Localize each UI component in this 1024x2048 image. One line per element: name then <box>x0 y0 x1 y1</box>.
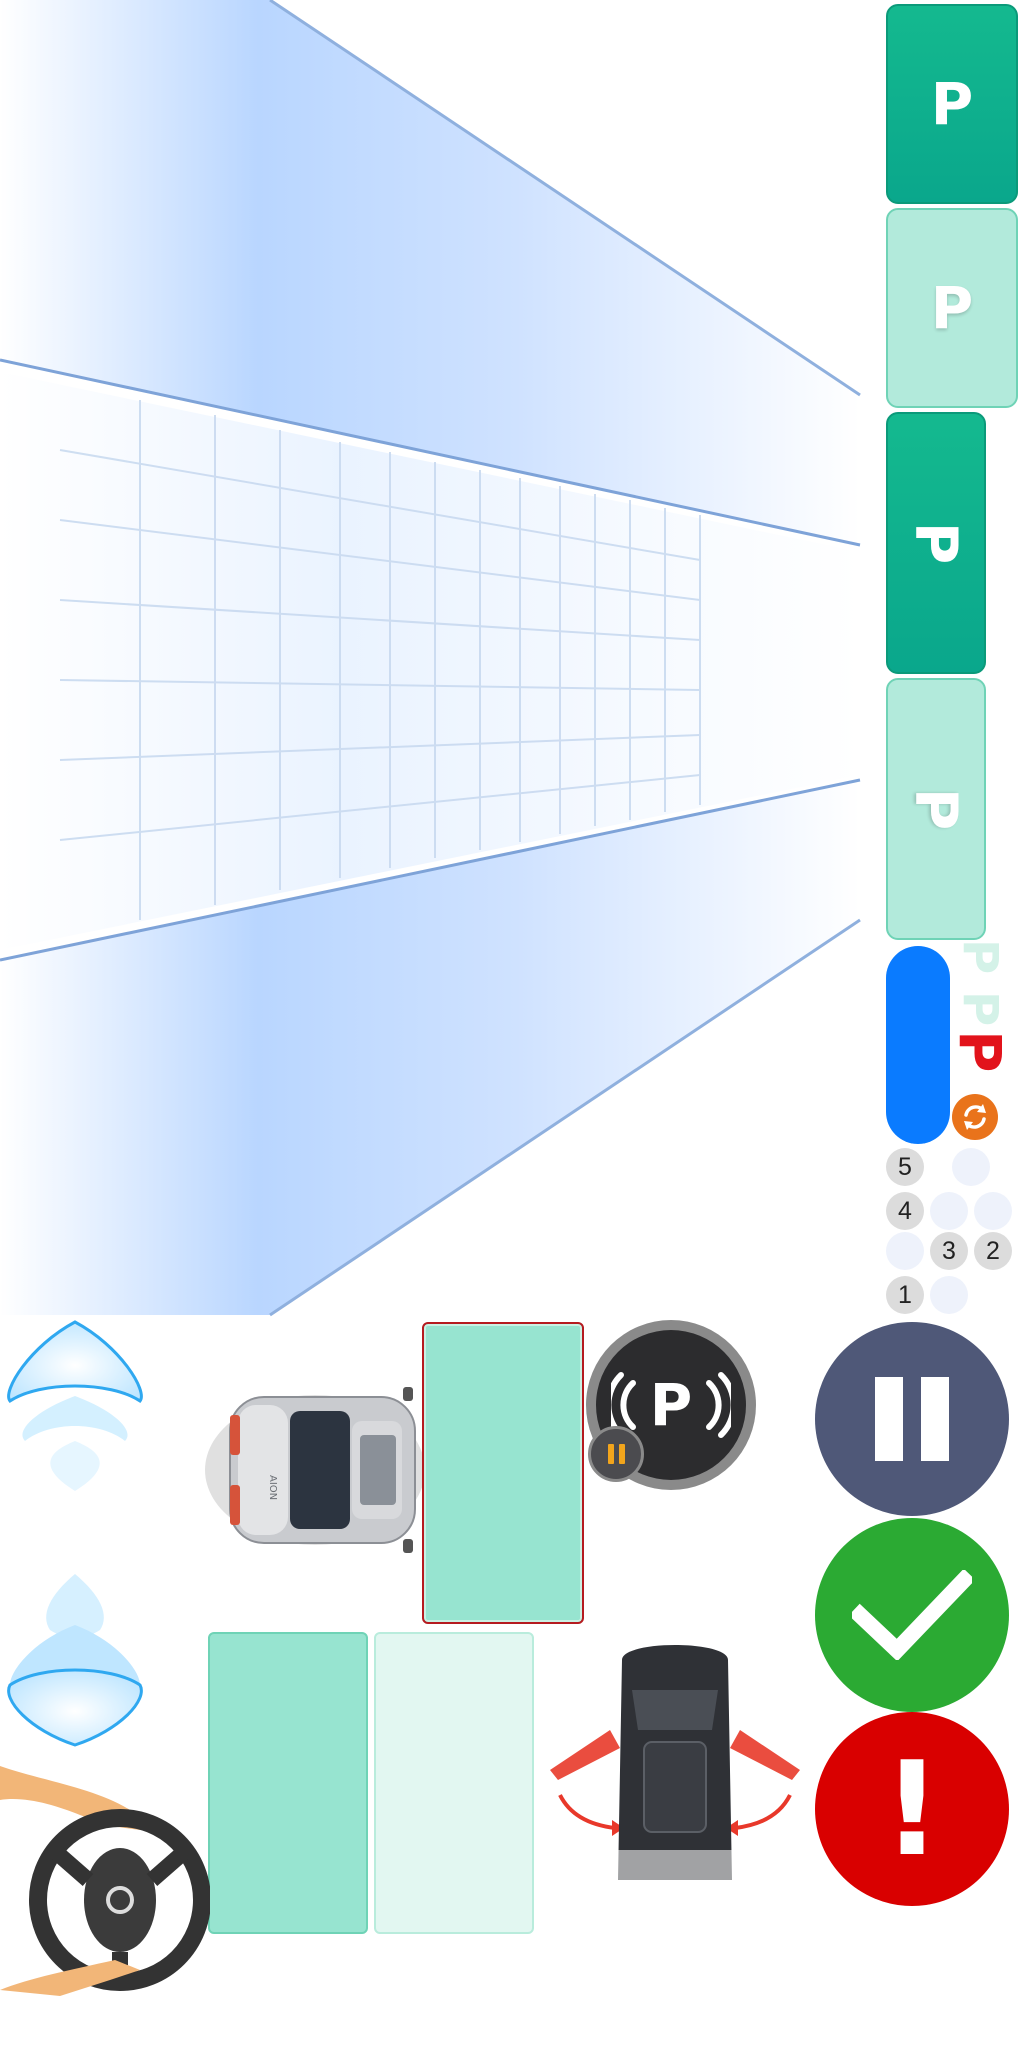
car-door-warning-icon <box>550 1645 800 1890</box>
faint-step-badge <box>952 1148 990 1186</box>
pause-button[interactable] <box>815 1322 1009 1516</box>
parking-slot-label: P <box>901 521 970 565</box>
brand-p-mark: P <box>946 1030 1014 1073</box>
faint-step-badge <box>974 1192 1012 1230</box>
parking-slot-card-1[interactable]: P <box>886 4 1018 204</box>
step-number-1: 1 <box>886 1276 924 1314</box>
parking-slot-card-2[interactable]: P <box>886 208 1018 408</box>
faint-step-badge <box>930 1192 968 1230</box>
step-number-2: 2 <box>974 1232 1012 1270</box>
car-badge: AION <box>267 1475 278 1500</box>
step-number-5: 5 <box>886 1148 924 1186</box>
parking-space[interactable] <box>374 1632 534 1934</box>
parking-slot-card-4[interactable]: P <box>886 678 986 940</box>
confirm-button[interactable] <box>815 1518 1009 1712</box>
alert-button[interactable]: ! <box>815 1712 1009 1906</box>
parking-slot-card-3[interactable]: P <box>886 412 986 674</box>
exclamation-icon: ! <box>882 1733 942 1885</box>
steering-wheel-icon <box>0 1766 210 1996</box>
parking-slot-label: P <box>930 274 974 342</box>
pause-icon <box>875 1377 949 1461</box>
park-assist-button[interactable]: P <box>586 1320 756 1490</box>
sensor-arc-icon <box>7 1574 143 1747</box>
faint-p-icon: P P <box>952 939 1008 1027</box>
target-parking-space[interactable] <box>422 1322 584 1624</box>
parking-slot-label: P <box>930 70 974 138</box>
parking-space[interactable] <box>208 1632 368 1934</box>
step-number-4: 4 <box>886 1192 924 1230</box>
park-assist-label: P <box>649 1371 693 1439</box>
faint-step-badge <box>886 1232 924 1270</box>
parking-perspective-view <box>0 0 861 1317</box>
sensor-arc-icon <box>7 1320 143 1491</box>
parking-slot-label: P <box>901 787 970 831</box>
checkmark-icon <box>852 1570 972 1660</box>
progress-indicator-pill <box>886 946 950 1144</box>
faint-step-badge <box>930 1276 968 1314</box>
car-top-view-icon: AION <box>205 1387 425 1553</box>
pause-badge-icon <box>588 1426 644 1482</box>
refresh-icon[interactable] <box>952 1094 998 1140</box>
step-number-3: 3 <box>930 1232 968 1270</box>
